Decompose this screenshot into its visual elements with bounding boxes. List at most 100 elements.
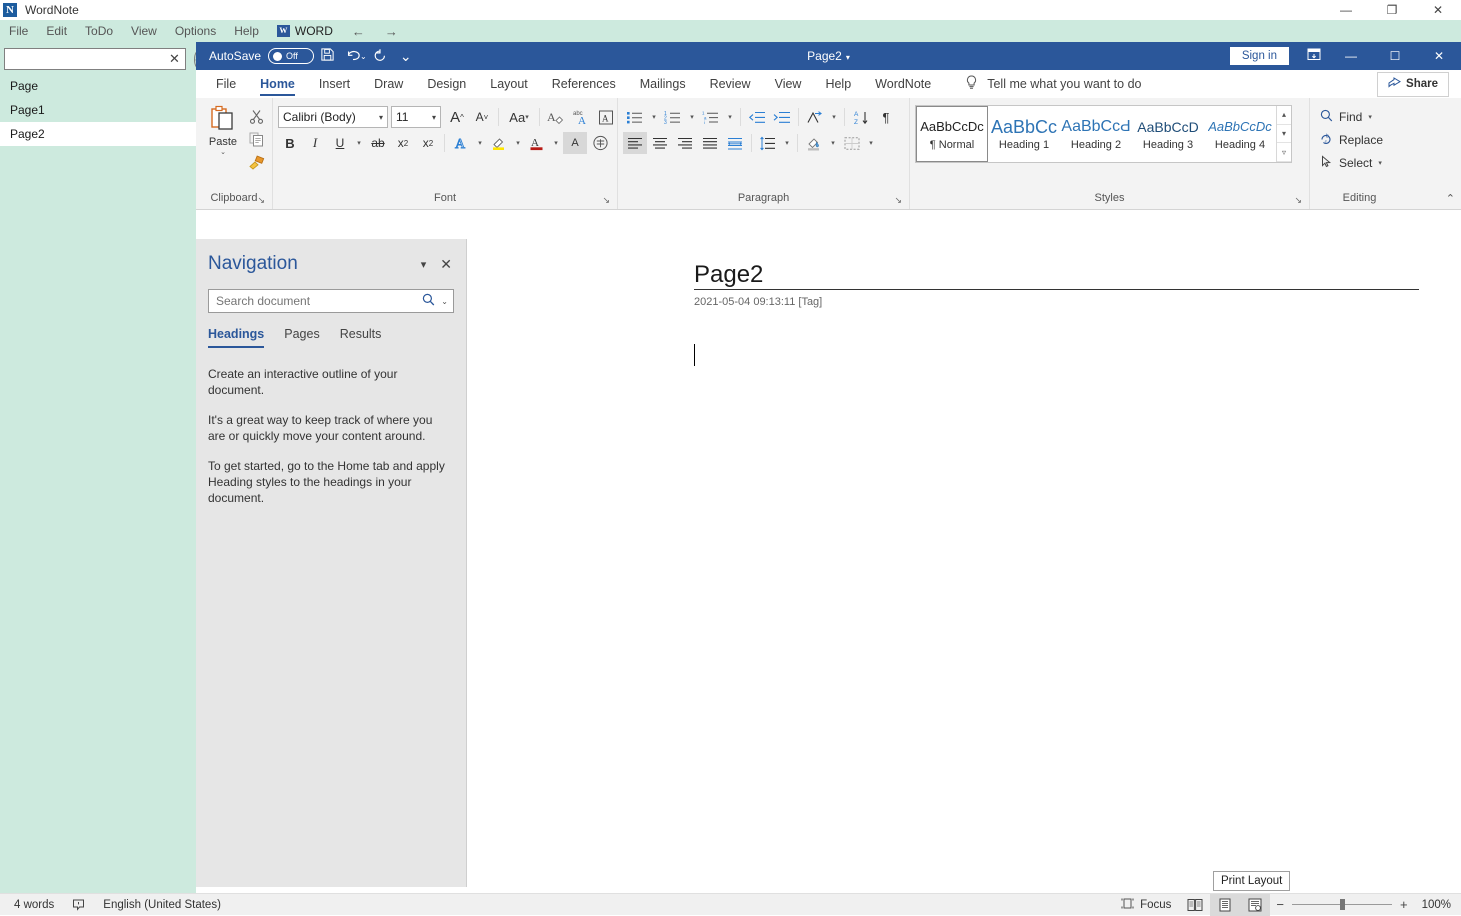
sort-icon[interactable] [803, 106, 827, 128]
search-options-caret-icon[interactable]: ⌄ [441, 297, 448, 306]
chevron-down-icon[interactable]: ▾ [421, 258, 427, 271]
bullets-icon[interactable] [623, 106, 647, 128]
word-maximize-button[interactable]: ☐ [1373, 42, 1417, 70]
zoom-in-button[interactable]: + [1400, 897, 1408, 912]
styles-dialog-launcher[interactable]: ↘ [1294, 193, 1302, 207]
menu-help[interactable]: Help [225, 20, 268, 42]
paragraph-dialog-launcher[interactable]: ↘ [894, 193, 902, 207]
document-canvas[interactable]: Page2 2021-05-04 09:13:11 [Tag] [468, 239, 1461, 887]
autosave-control[interactable]: AutoSave Off [209, 48, 314, 64]
subscript-button[interactable]: x2 [391, 132, 415, 154]
align-left-icon[interactable] [623, 132, 647, 154]
find-button[interactable]: Find ▾ [1315, 106, 1388, 127]
tab-insert[interactable]: Insert [307, 70, 362, 98]
superscript-button[interactable]: x2 [416, 132, 440, 154]
increase-indent-icon[interactable] [770, 106, 794, 128]
font-color-caret-icon[interactable]: ▾ [550, 132, 562, 154]
tab-help[interactable]: Help [813, 70, 863, 98]
select-caret-icon[interactable]: ▾ [1378, 159, 1382, 167]
phonetic-guide-icon[interactable]: abcA [569, 106, 593, 128]
font-size-combo[interactable]: 11 ▾ [391, 106, 441, 128]
page-list-item-page1[interactable]: Page1 [0, 98, 196, 122]
zoom-out-button[interactable]: − [1276, 897, 1284, 912]
shrink-font-button[interactable]: A˅ [470, 106, 494, 128]
tab-design[interactable]: Design [415, 70, 478, 98]
tab-references[interactable]: References [540, 70, 628, 98]
nav-tab-results[interactable]: Results [340, 327, 382, 348]
copy-icon[interactable] [245, 129, 267, 149]
word-close-button[interactable]: ✕ [1417, 42, 1461, 70]
menu-edit[interactable]: Edit [37, 20, 76, 42]
replace-button[interactable]: bc Replace [1315, 129, 1388, 150]
word-minimize-button[interactable]: — [1329, 42, 1373, 70]
close-icon[interactable]: ✕ [440, 256, 452, 273]
cut-button[interactable] [245, 106, 267, 126]
bold-button[interactable]: B [278, 132, 302, 154]
sign-in-button[interactable]: Sign in [1230, 47, 1289, 65]
word-mode-chip[interactable]: W WORD [268, 24, 342, 38]
show-formatting-marks-button[interactable]: ¶ [874, 106, 898, 128]
chevron-down-icon[interactable]: ▾ [379, 113, 383, 122]
underline-button[interactable]: U [328, 132, 352, 154]
grow-font-button[interactable]: A^ [445, 106, 469, 128]
style-heading2[interactable]: AaBbCcԀ Heading 2 [1060, 106, 1132, 162]
tab-mailings[interactable]: Mailings [628, 70, 698, 98]
align-right-icon[interactable] [673, 132, 697, 154]
title-caret-icon[interactable]: ▾ [846, 53, 850, 62]
tab-home[interactable]: Home [248, 70, 307, 98]
sidebar-search-box[interactable]: ✕ [4, 48, 186, 70]
share-button[interactable]: Share [1377, 72, 1449, 97]
tab-review[interactable]: Review [698, 70, 763, 98]
multilevel-list-icon[interactable]: 1ai [699, 106, 723, 128]
clipboard-dialog-launcher[interactable]: ↘ [257, 193, 265, 207]
menu-view[interactable]: View [122, 20, 166, 42]
web-layout-icon[interactable] [1240, 894, 1270, 916]
page-list-item-page[interactable]: Page [0, 74, 196, 98]
italic-button[interactable]: I [303, 132, 327, 154]
clear-icon[interactable]: ✕ [167, 51, 182, 67]
clear-formatting-icon[interactable]: A [544, 106, 568, 128]
font-family-combo[interactable]: Calibri (Body) ▾ [278, 106, 388, 128]
sort-caret-icon[interactable]: ▾ [828, 106, 840, 128]
collapse-ribbon-button[interactable]: ⌃ [1446, 192, 1455, 205]
menu-options[interactable]: Options [166, 20, 225, 42]
proofing-icon[interactable] [63, 894, 94, 916]
paste-caret-icon[interactable]: ⌄ [220, 148, 226, 156]
highlight-icon[interactable] [487, 132, 511, 154]
focus-button[interactable]: Focus [1112, 894, 1180, 916]
text-effects-icon[interactable]: A [449, 132, 473, 154]
line-spacing-caret-icon[interactable]: ▾ [781, 132, 793, 154]
styles-more-button[interactable]: ▿ [1277, 143, 1291, 162]
customize-qat-icon[interactable]: ⌄ [393, 48, 419, 65]
search-icon[interactable] [422, 293, 435, 309]
host-maximize-button[interactable]: ❐ [1369, 0, 1415, 20]
word-document-title-text[interactable]: Page2 [807, 49, 842, 63]
borders-caret-icon[interactable]: ▾ [865, 132, 877, 154]
numbering-icon[interactable]: 123 [661, 106, 685, 128]
page-list-item-page2[interactable]: Page2 [0, 122, 196, 146]
tell-me-search[interactable]: Tell me what you want to do [965, 75, 1141, 93]
word-count[interactable]: 4 words [0, 894, 63, 916]
back-arrow-icon[interactable]: ← [342, 24, 375, 39]
text-effects-caret-icon[interactable]: ▾ [474, 132, 486, 154]
tab-file[interactable]: File [204, 70, 248, 98]
autosave-toggle[interactable]: Off [268, 48, 314, 64]
justify-icon[interactable] [698, 132, 722, 154]
strikethrough-button[interactable]: ab [366, 132, 390, 154]
tab-layout[interactable]: Layout [478, 70, 540, 98]
tab-draw[interactable]: Draw [362, 70, 415, 98]
bullets-caret-icon[interactable]: ▾ [648, 106, 660, 128]
read-mode-icon[interactable] [1180, 894, 1210, 916]
shading-icon[interactable] [802, 132, 826, 154]
sidebar-search-input[interactable] [8, 50, 167, 68]
styles-gallery-scrollbar[interactable]: ▴ ▾ ▿ [1276, 106, 1291, 162]
language-indicator[interactable]: English (United States) [94, 894, 230, 916]
style-normal[interactable]: AaBbCcDc ¶ Normal [916, 106, 988, 162]
style-heading4[interactable]: AaBbCcDc Heading 4 [1204, 106, 1276, 162]
change-case-button[interactable]: Aa▾ [503, 106, 535, 128]
paste-button[interactable]: Paste ⌄ [201, 102, 245, 156]
format-painter-icon[interactable] [245, 152, 267, 172]
host-close-button[interactable]: ✕ [1415, 0, 1461, 20]
zoom-level[interactable]: 100% [1414, 899, 1461, 911]
tab-wordnote[interactable]: WordNote [863, 70, 943, 98]
